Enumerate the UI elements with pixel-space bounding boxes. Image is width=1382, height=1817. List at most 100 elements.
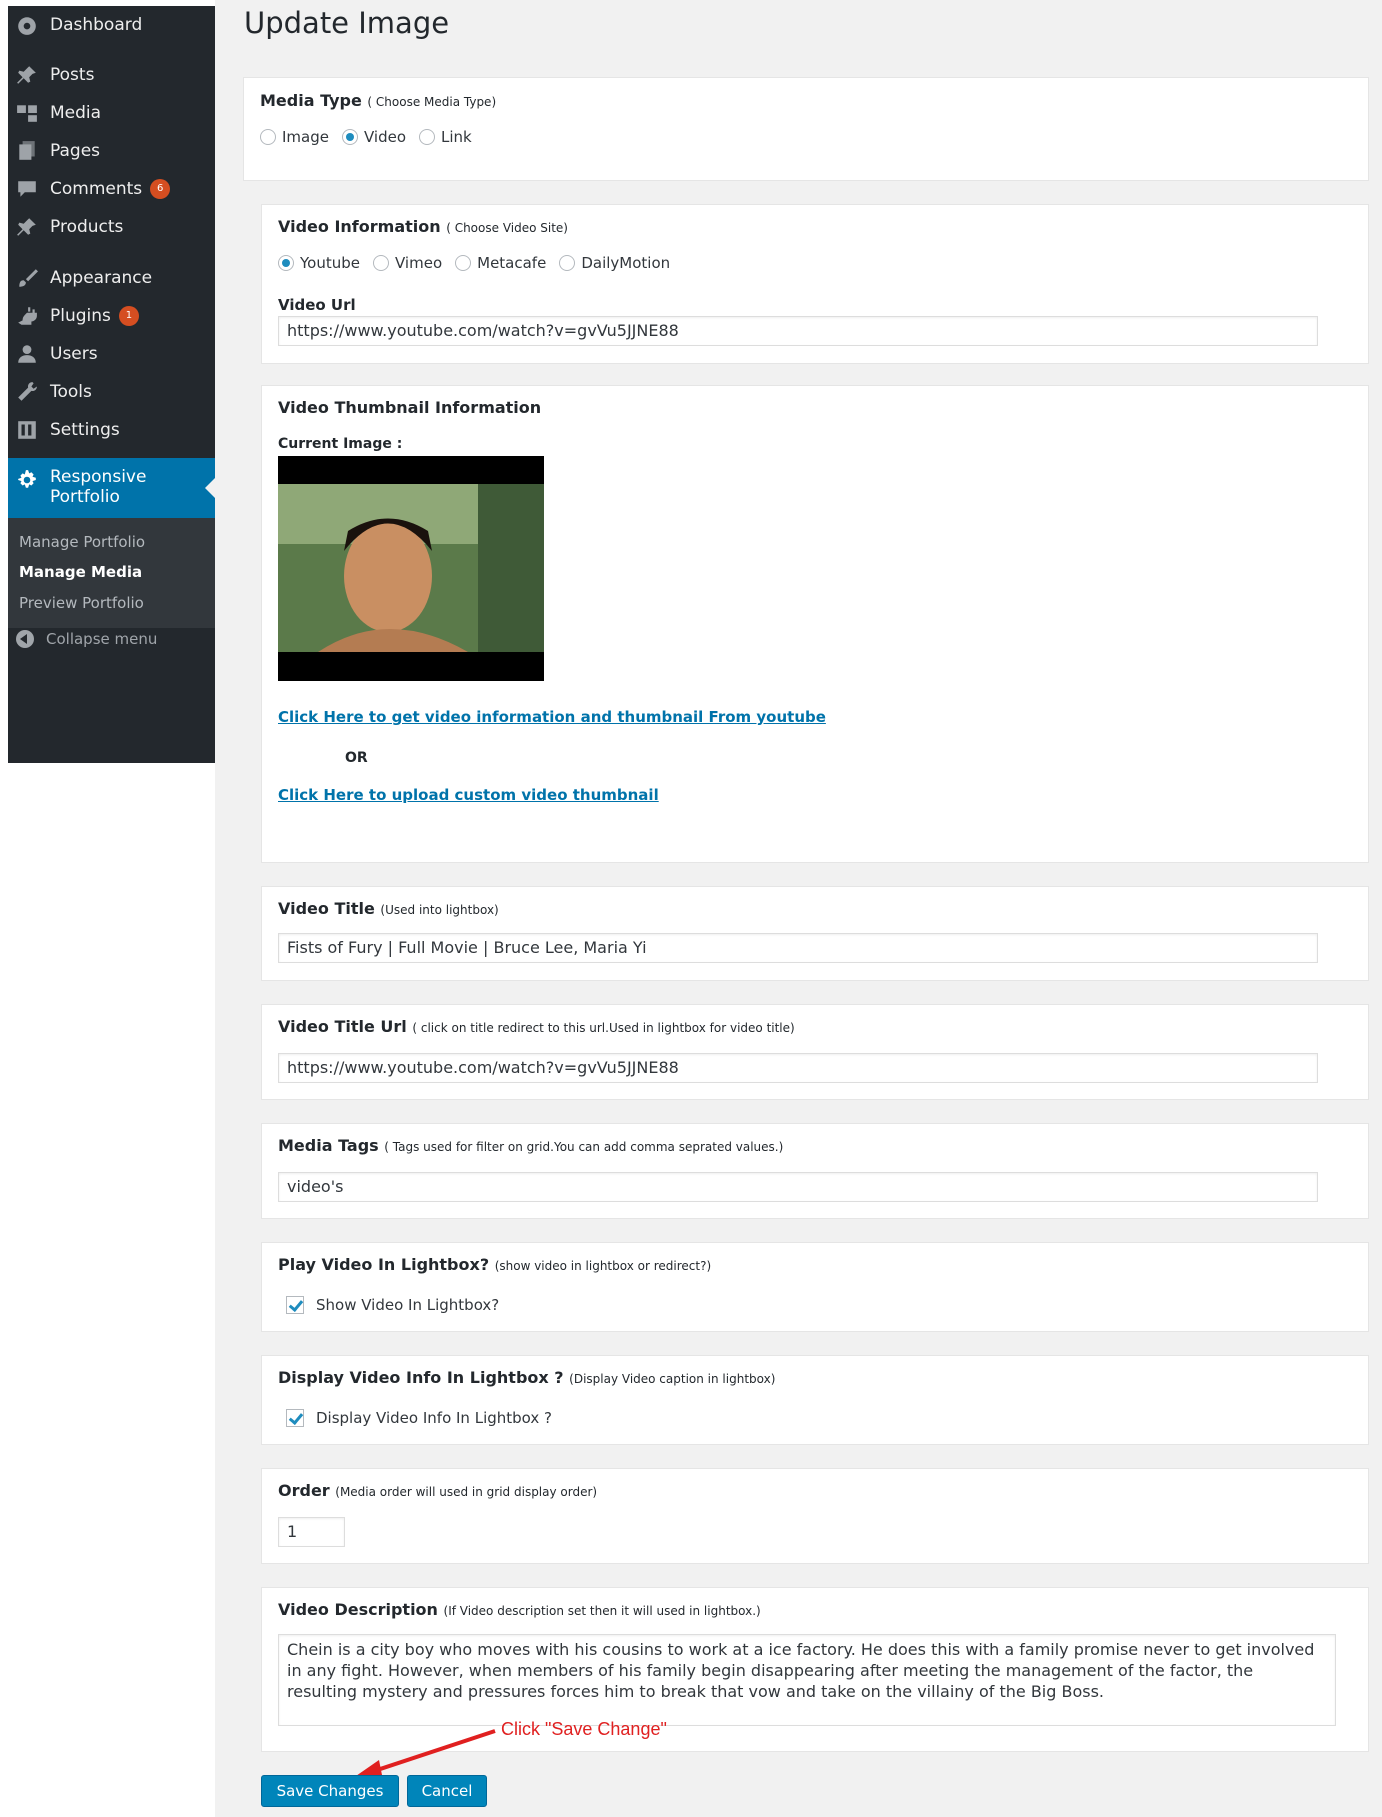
sidebar-item-label: Portfolio bbox=[50, 487, 120, 507]
user-icon bbox=[14, 341, 40, 367]
sidebar-item-responsive-portfolio[interactable]: Responsive Portfolio bbox=[8, 458, 215, 518]
sidebar-item-comments[interactable]: Comments 6 bbox=[8, 170, 215, 208]
sidebar-item-pages[interactable]: Pages bbox=[8, 132, 215, 170]
video-site-dailymotion-option[interactable]: DailyMotion bbox=[559, 254, 670, 272]
sidebar-item-posts[interactable]: Posts bbox=[8, 56, 215, 94]
media-icon bbox=[14, 100, 40, 126]
pin-icon bbox=[14, 214, 40, 240]
collapse-menu-button[interactable]: Collapse menu bbox=[16, 630, 157, 648]
comment-icon bbox=[14, 176, 40, 202]
page-title: Update Image bbox=[244, 6, 450, 40]
annotation-text: Click "Save Change" bbox=[501, 1719, 667, 1739]
save-changes-button[interactable]: Save Changes bbox=[261, 1775, 399, 1807]
play-in-lightbox-label: Play Video In Lightbox? (show video in l… bbox=[278, 1255, 712, 1274]
radio-button[interactable] bbox=[260, 129, 276, 145]
media-type-section: Media Type ( Choose Media Type) Image Vi… bbox=[243, 77, 1369, 181]
sidebar-item-label: Posts bbox=[50, 65, 95, 85]
admin-sidebar: Dashboard Posts Media Pages Comments 6 P… bbox=[8, 6, 215, 763]
sidebar-item-dashboard[interactable]: Dashboard bbox=[8, 6, 215, 44]
pages-icon bbox=[14, 138, 40, 164]
display-info-label: Display Video Info In Lightbox ? (Displa… bbox=[278, 1368, 776, 1387]
radio-button[interactable] bbox=[559, 255, 576, 271]
sidebar-item-label: Products bbox=[50, 217, 124, 237]
video-thumbnail-label: Video Thumbnail Information bbox=[278, 398, 542, 417]
upload-custom-thumbnail-link[interactable]: Click Here to upload custom video thumbn… bbox=[278, 786, 659, 804]
checkbox-label: Show Video In Lightbox? bbox=[316, 1296, 500, 1314]
media-type-video-option[interactable]: Video bbox=[341, 128, 406, 146]
sidebar-item-plugins[interactable]: Plugins 1 bbox=[8, 297, 215, 335]
pin-icon bbox=[14, 62, 40, 88]
sidebar-item-label: Pages bbox=[50, 141, 101, 161]
media-type-image-option[interactable]: Image bbox=[260, 128, 329, 146]
video-title-section: Video Title (Used into lightbox) Fists o… bbox=[261, 886, 1369, 981]
media-tags-label: Media Tags ( Tags used for filter on gri… bbox=[278, 1136, 784, 1155]
order-section: Order (Media order will used in grid dis… bbox=[261, 1468, 1369, 1564]
sidebar-item-label: Appearance bbox=[50, 268, 153, 288]
cancel-button[interactable]: Cancel bbox=[407, 1775, 487, 1807]
show-video-in-lightbox-checkbox[interactable] bbox=[286, 1296, 304, 1314]
brush-icon bbox=[14, 265, 40, 291]
video-title-url-input[interactable]: https://www.youtube.com/watch?v=gvVu5JJN… bbox=[278, 1053, 1318, 1083]
radio-button[interactable] bbox=[373, 255, 389, 271]
order-label: Order (Media order will used in grid dis… bbox=[278, 1481, 598, 1500]
radio-button[interactable] bbox=[341, 129, 358, 145]
radio-button[interactable] bbox=[419, 129, 436, 145]
video-title-label: Video Title (Used into lightbox) bbox=[278, 899, 499, 918]
video-site-options: Youtube Vimeo Metacafe DailyMotion bbox=[278, 254, 683, 272]
get-youtube-info-link[interactable]: Click Here to get video information and … bbox=[278, 708, 826, 726]
sidebar-item-label: Comments bbox=[50, 179, 143, 199]
gear-icon bbox=[14, 467, 40, 493]
video-title-input[interactable]: Fists of Fury | Full Movie | Bruce Lee, … bbox=[278, 933, 1318, 963]
video-description-textarea[interactable]: Chein is a city boy who moves with his c… bbox=[278, 1634, 1336, 1726]
collapse-arrow-icon bbox=[16, 630, 34, 648]
plugins-count-badge: 1 bbox=[118, 306, 139, 326]
show-video-in-lightbox-option[interactable]: Show Video In Lightbox? bbox=[286, 1296, 499, 1314]
sidebar-item-appearance[interactable]: Appearance bbox=[8, 259, 215, 297]
collapse-menu-label: Collapse menu bbox=[46, 630, 158, 648]
sidebar-submenu: Manage Portfolio Manage Media Preview Po… bbox=[8, 518, 215, 628]
media-tags-input[interactable]: video's bbox=[278, 1172, 1318, 1202]
or-separator: OR bbox=[345, 750, 368, 766]
sidebar-item-label: Settings bbox=[50, 420, 120, 440]
submenu-item-preview-portfolio[interactable]: Preview Portfolio bbox=[19, 594, 144, 612]
current-image-label: Current Image : bbox=[278, 436, 403, 452]
video-title-url-section: Video Title Url ( click on title redirec… bbox=[261, 1004, 1369, 1100]
main-content: Update Image Media Type ( Choose Media T… bbox=[215, 0, 1382, 1817]
media-type-label: Media Type ( Choose Media Type) bbox=[260, 91, 497, 110]
current-thumbnail-image bbox=[278, 456, 544, 681]
sidebar-item-label: Media bbox=[50, 103, 102, 123]
sidebar-item-label: Tools bbox=[50, 382, 92, 402]
video-site-vimeo-option[interactable]: Vimeo bbox=[373, 254, 442, 272]
video-information-label: Video Information ( Choose Video Site) bbox=[278, 217, 568, 236]
play-in-lightbox-section: Play Video In Lightbox? (show video in l… bbox=[261, 1242, 1369, 1332]
plugin-icon bbox=[14, 303, 40, 329]
order-input[interactable]: 1 bbox=[278, 1517, 345, 1547]
submenu-item-manage-portfolio[interactable]: Manage Portfolio bbox=[19, 533, 145, 551]
video-site-metacafe-option[interactable]: Metacafe bbox=[455, 254, 546, 272]
video-site-youtube-option[interactable]: Youtube bbox=[278, 254, 360, 272]
dashboard-icon bbox=[14, 12, 40, 38]
display-info-section: Display Video Info In Lightbox ? (Displa… bbox=[261, 1355, 1369, 1445]
sidebar-item-settings[interactable]: Settings bbox=[8, 411, 215, 449]
sidebar-item-media[interactable]: Media bbox=[8, 94, 215, 132]
sidebar-item-label: Users bbox=[50, 344, 98, 364]
video-url-input[interactable]: https://www.youtube.com/watch?v=gvVu5JJN… bbox=[278, 316, 1318, 346]
radio-button[interactable] bbox=[455, 255, 472, 271]
submenu-item-manage-media[interactable]: Manage Media bbox=[19, 563, 142, 581]
sidebar-item-users[interactable]: Users bbox=[8, 335, 215, 373]
radio-button[interactable] bbox=[278, 255, 294, 271]
media-type-link-option[interactable]: Link bbox=[419, 128, 472, 146]
sidebar-item-products[interactable]: Products bbox=[8, 208, 215, 246]
sidebar-item-label: Responsive bbox=[50, 467, 147, 487]
sidebar-item-tools[interactable]: Tools bbox=[8, 373, 215, 411]
media-type-options: Image Video Link bbox=[260, 128, 485, 146]
settings-icon bbox=[14, 417, 40, 443]
wrench-icon bbox=[14, 379, 40, 405]
checkbox-label: Display Video Info In Lightbox ? bbox=[316, 1409, 552, 1427]
video-title-url-label: Video Title Url ( click on title redirec… bbox=[278, 1017, 795, 1036]
display-video-info-option[interactable]: Display Video Info In Lightbox ? bbox=[286, 1409, 552, 1427]
media-tags-section: Media Tags ( Tags used for filter on gri… bbox=[261, 1123, 1369, 1219]
video-thumbnail-section: Video Thumbnail Information Current Imag… bbox=[261, 385, 1369, 863]
current-menu-arrow bbox=[205, 478, 215, 498]
display-video-info-checkbox[interactable] bbox=[286, 1409, 304, 1427]
